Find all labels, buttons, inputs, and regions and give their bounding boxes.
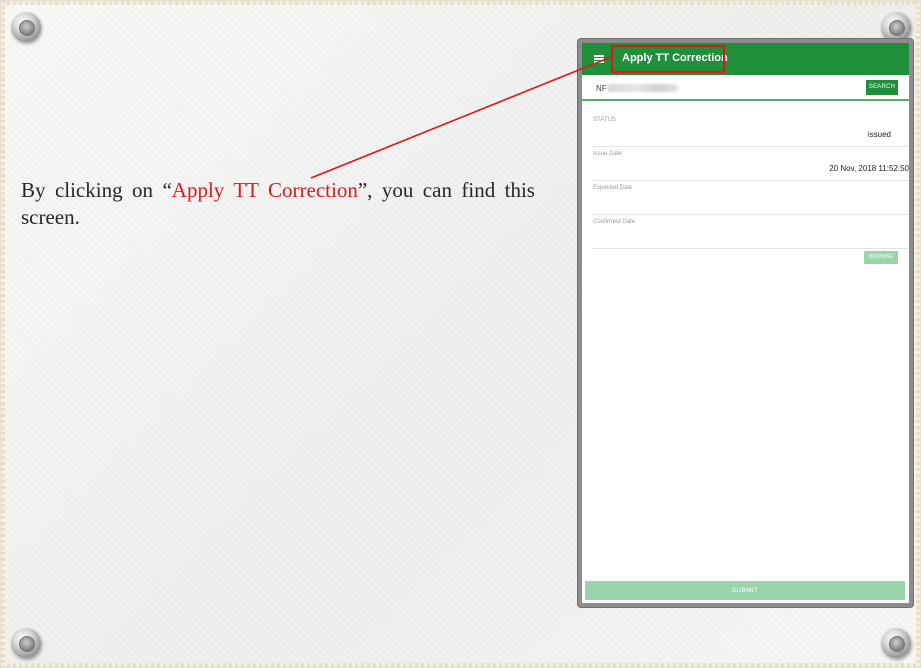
caption-text-before: By clicking on “ xyxy=(21,178,172,202)
app-bar: Apply TT Correction xyxy=(582,43,909,75)
confirmed-date-label: Confirmed Date xyxy=(593,219,636,225)
frame-edge-top xyxy=(1,1,921,5)
pushpin-icon xyxy=(881,628,911,658)
issue-date-label: Issue Date xyxy=(593,151,622,157)
expected-date-field: Expected Date xyxy=(593,181,909,215)
pushpin-icon xyxy=(11,12,41,42)
callout-arrow-line xyxy=(310,56,612,179)
redacted-search-text xyxy=(607,84,679,92)
title-highlight-box xyxy=(611,45,725,73)
slide-caption: By clicking on “Apply TT Correction”, yo… xyxy=(21,177,535,231)
pushpin-icon xyxy=(881,12,911,42)
slide-background: By clicking on “Apply TT Correction”, yo… xyxy=(0,0,921,668)
frame-edge-bottom xyxy=(1,663,921,667)
issue-date-field: Issue Date 20 Nov, 2018 11:52:50 xyxy=(593,147,909,181)
confirmed-date-field: Confirmed Date xyxy=(593,215,909,249)
issue-date-value: 20 Nov, 2018 11:52:50 xyxy=(829,164,909,173)
status-label: STATUS xyxy=(593,117,616,123)
caption-highlight: Apply TT Correction xyxy=(171,178,358,202)
search-bar: SEARCH xyxy=(582,75,909,101)
pushpin-icon xyxy=(11,628,41,658)
hamburger-menu-icon[interactable] xyxy=(594,55,604,63)
browse-button[interactable]: BROWSE xyxy=(864,251,898,264)
status-value: issued xyxy=(867,130,891,139)
expected-date-label: Expected Date xyxy=(593,185,633,191)
search-button[interactable]: SEARCH xyxy=(866,80,898,95)
tablet-screenshot-frame: Apply TT Correction SEARCH STATUS issued… xyxy=(578,39,913,607)
app-screen: Apply TT Correction SEARCH STATUS issued… xyxy=(582,43,909,603)
status-field: STATUS issued xyxy=(593,113,909,147)
submit-button[interactable]: SUBMIT xyxy=(585,581,905,600)
frame-edge-left xyxy=(1,1,5,668)
frame-edge-right xyxy=(916,1,920,668)
